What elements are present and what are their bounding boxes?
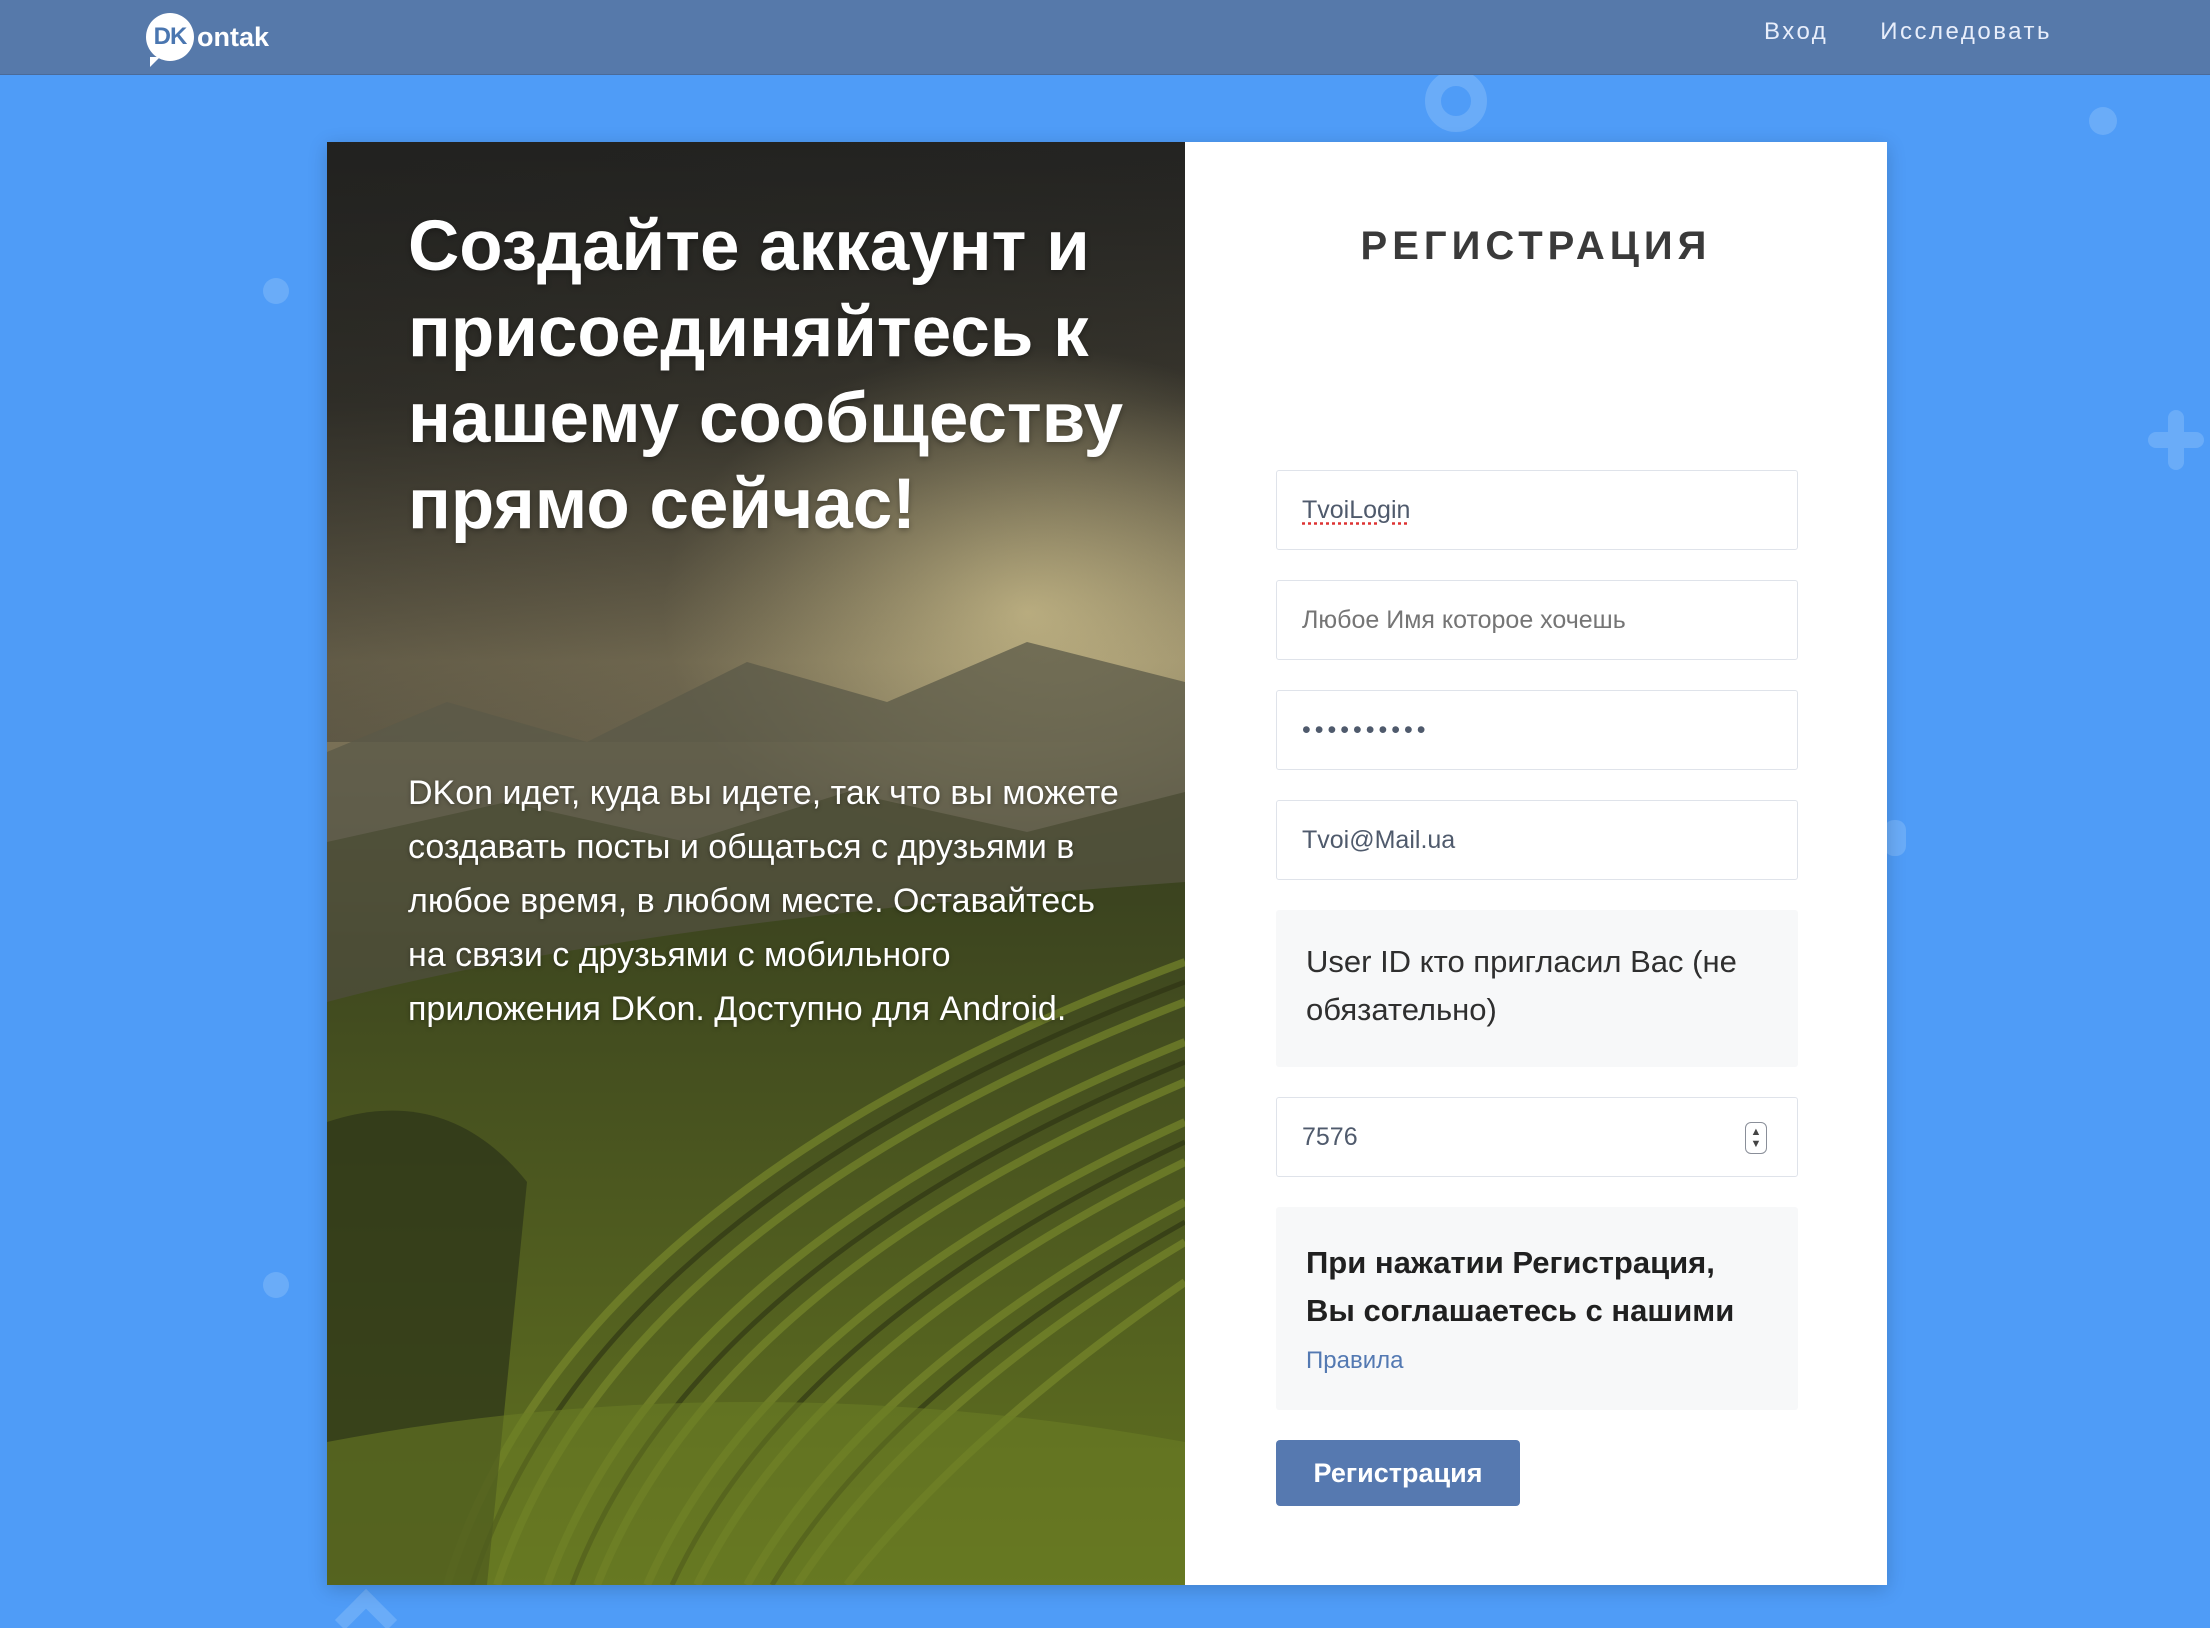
brand-logo[interactable]: DK ontak: [146, 11, 270, 67]
decor-dot: [263, 1272, 289, 1298]
login-field[interactable]: TvoiLogin: [1276, 470, 1798, 550]
name-field[interactable]: [1276, 580, 1798, 660]
top-navbar: DK ontak Вход Исследовать: [0, 0, 2210, 75]
logo-text: ontak: [197, 21, 270, 52]
email-field[interactable]: Tvoi@Mail.ua: [1276, 800, 1798, 880]
form-title: РЕГИСТРАЦИЯ: [1360, 224, 1712, 268]
referrer-id-input[interactable]: 7576 ▲ ▼: [1276, 1097, 1798, 1177]
decor-chevron: [320, 1588, 410, 1628]
logo-mark: DK: [146, 13, 194, 67]
password-mask: ••••••••••: [1302, 715, 1430, 744]
number-spinner-icon[interactable]: ▲ ▼: [1745, 1122, 1767, 1154]
nav-login-link[interactable]: Вход: [1764, 18, 1828, 46]
hero-description: DKon идет, куда вы идете, так что вы мож…: [408, 774, 1119, 1028]
nav-explore-link[interactable]: Исследовать: [1880, 18, 2052, 46]
decor-dot: [1884, 820, 1906, 856]
terms-link[interactable]: Правила: [1306, 1347, 1403, 1375]
hero-title: Создайте аккаунт и присоединяйтесь к наш…: [408, 207, 1124, 544]
top-nav: Вход Исследовать: [1764, 0, 2052, 64]
email-value: Tvoi@Mail.ua: [1302, 825, 1456, 854]
registration-form: РЕГИСТРАЦИЯ TvoiLogin •••••••••• Tvoi@Ma…: [1185, 142, 1887, 1585]
referrer-label-box: User ID кто пригласил Вас (не обязательн…: [1276, 910, 1798, 1067]
decor-dot: [263, 278, 289, 304]
hero-panel: Создайте аккаунт и присоединяйтесь к наш…: [327, 142, 1185, 1585]
registration-card: Создайте аккаунт и присоединяйтесь к наш…: [327, 142, 1887, 1585]
name-input[interactable]: [1302, 605, 1772, 635]
terms-text: При нажатии Регистрация, Вы соглашаетесь…: [1306, 1245, 1735, 1328]
password-field[interactable]: ••••••••••: [1276, 690, 1798, 770]
register-button[interactable]: Регистрация: [1276, 1440, 1520, 1506]
decor-plus: [2148, 410, 2204, 470]
referrer-id-value: 7576: [1302, 1122, 1358, 1151]
decor-ring: [1425, 70, 1487, 132]
decor-dot: [2089, 107, 2117, 135]
login-value: TvoiLogin: [1302, 495, 1411, 524]
terms-box: При нажатии Регистрация, Вы соглашаетесь…: [1276, 1207, 1798, 1410]
referrer-label: User ID кто пригласил Вас (не обязательн…: [1306, 944, 1737, 1027]
